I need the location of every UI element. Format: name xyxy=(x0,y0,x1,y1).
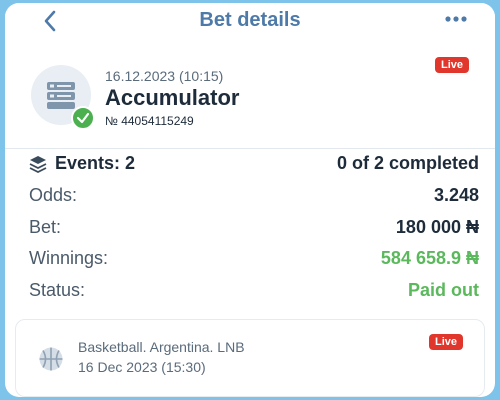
event-league: Basketball. Argentina. LNB xyxy=(78,339,245,355)
winnings-value: 584 658.9 ₦ xyxy=(380,248,479,268)
basketball-icon xyxy=(39,347,63,371)
live-badge: Live xyxy=(435,57,470,73)
bet-header: 16.12.2023 (10:15) Accumulator № 4405411… xyxy=(5,39,495,147)
status-value: Paid out xyxy=(408,280,479,300)
event-card[interactable]: Basketball. Argentina. LNB 16 Dec 2023 (… xyxy=(15,319,485,397)
odds-row: Odds: 3.248 xyxy=(29,185,479,211)
bet-amount-row: Bet: 180 000 ₦ xyxy=(29,217,479,243)
events-value: 0 of 2 completed xyxy=(336,153,479,173)
winnings-row: Winnings: 584 658.9 ₦ xyxy=(29,248,479,274)
receipt-icon xyxy=(47,82,75,109)
event-live-badge: Live xyxy=(429,334,464,350)
bet-details-screen: Bet details 16.12.2023 (10:15) Accumulat… xyxy=(5,3,495,397)
divider xyxy=(5,148,495,149)
events-row: Events: 2 0 of 2 completed xyxy=(29,153,479,179)
winnings-label: Winnings: xyxy=(29,248,109,268)
bet-value: 180 000 ₦ xyxy=(395,217,479,237)
status-row: Status: Paid out xyxy=(29,280,479,306)
odds-label: Odds: xyxy=(29,185,78,205)
bet-date: 16.12.2023 (10:15) xyxy=(105,68,224,84)
more-options-button[interactable] xyxy=(443,9,469,29)
completed-badge xyxy=(71,106,95,130)
checkmark-icon xyxy=(76,112,90,124)
bet-number: № 44054115249 xyxy=(105,114,194,128)
top-bar: Bet details xyxy=(5,3,495,37)
bet-type: Accumulator xyxy=(105,85,240,110)
event-date: 16 Dec 2023 (15:30) xyxy=(78,359,206,375)
events-label: Events: 2 xyxy=(55,153,136,173)
bet-label: Bet: xyxy=(29,217,62,237)
more-dots-icon xyxy=(445,16,467,22)
status-label: Status: xyxy=(29,280,86,300)
page-title: Bet details xyxy=(199,9,301,31)
layers-icon xyxy=(29,156,47,173)
odds-value: 3.248 xyxy=(433,185,479,205)
